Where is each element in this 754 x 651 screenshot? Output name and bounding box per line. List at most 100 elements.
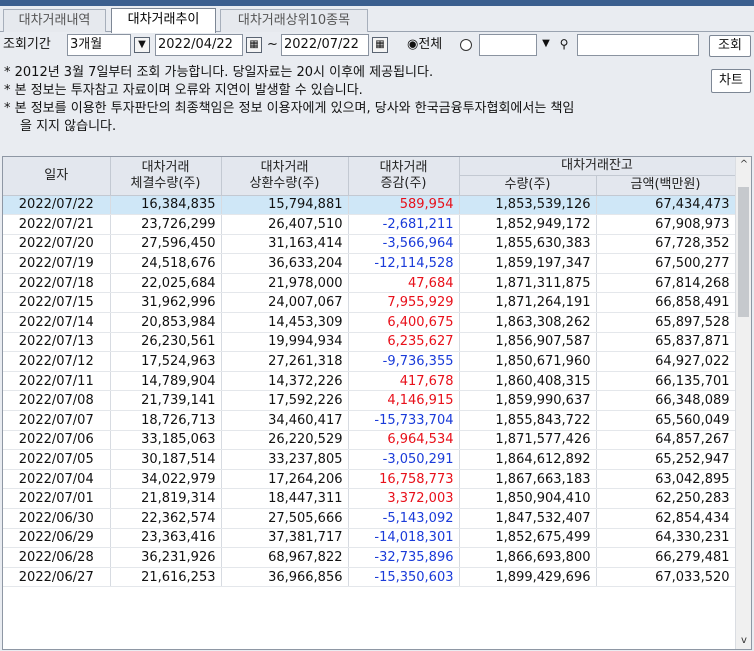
note-line: * 2012년 3월 7일부터 조회 가능합니다. 당일자료는 20시 이후에 … bbox=[4, 65, 434, 80]
note-line: * 본 정보는 투자참고 자료이며 오류와 지연이 발생할 수 있습니다. bbox=[4, 83, 363, 98]
cell-balance-qty: 1,855,630,383 bbox=[459, 234, 597, 255]
start-date-input[interactable]: 2022/04/22 bbox=[155, 34, 243, 56]
cell-repay-qty: 34,460,417 bbox=[221, 410, 349, 431]
cell-contract-qty: 14,789,904 bbox=[110, 371, 222, 392]
table-row[interactable]: 2022/07/01 21,819,314 18,447,311 3,372,003 1… bbox=[3, 488, 736, 509]
cell-change: 417,678 bbox=[348, 371, 460, 392]
cell-repay-qty: 36,966,856 bbox=[221, 567, 349, 588]
cell-balance-qty: 1,860,408,315 bbox=[459, 371, 597, 392]
table-row[interactable]: 2022/07/14 20,853,984 14,453,309 6,400,675 1… bbox=[3, 312, 736, 333]
period-dropdown-icon[interactable]: ▼ bbox=[134, 37, 150, 53]
data-table: 일자 대차거래 체결수량(주) 대차거래 상환수량(주) 대차거래 증감(주) 대차거… bbox=[3, 157, 736, 588]
cell-repay-qty: 27,261,318 bbox=[221, 351, 349, 372]
table-row[interactable]: 2022/07/19 24,518,676 36,633,204 -12,114,52… bbox=[3, 253, 736, 274]
table-row[interactable]: 2022/07/12 17,524,963 27,261,318 -9,736,355… bbox=[3, 351, 736, 372]
cell-balance-qty: 1,859,990,637 bbox=[459, 390, 597, 412]
search-button[interactable]: 조회 bbox=[709, 35, 751, 57]
cell-change: -3,050,291 bbox=[348, 449, 460, 470]
scroll-thumb[interactable] bbox=[738, 187, 749, 317]
col-header-balance-amount[interactable]: 금액(백만원) bbox=[596, 175, 736, 196]
period-select[interactable]: 3개월 bbox=[67, 34, 131, 56]
table-row[interactable]: 2022/07/05 30,187,514 33,237,805 -3,050,291… bbox=[3, 449, 736, 470]
tab-bar: 대차거래내역 대차거래추이 대차거래상위10종목 bbox=[0, 6, 754, 33]
table-row[interactable]: 2022/07/11 14,789,904 14,372,226 417,678 1,8… bbox=[3, 371, 736, 392]
cell-balance-amount: 62,250,283 bbox=[596, 488, 736, 509]
cell-contract-qty: 21,739,141 bbox=[110, 390, 222, 412]
header-line: 체결수량(주) bbox=[130, 175, 201, 191]
radio-all-label[interactable]: ◉전체 bbox=[407, 34, 442, 56]
tab-lending-history[interactable]: 대차거래내역 bbox=[3, 9, 106, 32]
table-row[interactable]: 2022/06/30 22,362,574 27,505,666 -5,143,092… bbox=[3, 508, 736, 529]
start-calendar-icon[interactable]: ▦ bbox=[246, 37, 262, 53]
cell-balance-amount: 65,837,871 bbox=[596, 332, 736, 353]
cell-change: -3,566,964 bbox=[348, 234, 460, 255]
table-row[interactable]: 2022/07/06 33,185,063 26,220,529 6,964,534 1… bbox=[3, 430, 736, 451]
table-row[interactable]: 2022/07/04 34,022,979 17,264,206 16,758,773… bbox=[3, 469, 736, 490]
cell-contract-qty: 23,726,299 bbox=[110, 214, 222, 235]
col-header-date[interactable]: 일자 bbox=[3, 157, 111, 196]
scroll-down-icon[interactable]: v bbox=[736, 633, 751, 649]
table-row[interactable]: 2022/07/20 27,596,450 31,163,414 -3,566,964… bbox=[3, 234, 736, 255]
header-line: 증감(주) bbox=[380, 175, 427, 191]
cell-change: 589,954 bbox=[348, 195, 460, 216]
col-header-balance-qty[interactable]: 수량(주) bbox=[459, 175, 597, 196]
search-icon[interactable]: ⚲ bbox=[556, 37, 572, 53]
tab-lending-trend[interactable]: 대차거래추이 bbox=[111, 8, 216, 33]
stock-dropdown-icon[interactable]: ▼ bbox=[538, 37, 554, 53]
cell-repay-qty: 33,237,805 bbox=[221, 449, 349, 470]
table-row[interactable]: 2022/07/22 16,384,835 15,794,881 589,954 1,8… bbox=[3, 195, 736, 216]
cell-change: -12,114,528 bbox=[348, 253, 460, 274]
cell-repay-qty: 17,592,226 bbox=[221, 390, 349, 412]
cell-date: 2022/06/30 bbox=[3, 508, 111, 529]
cell-date: 2022/07/20 bbox=[3, 234, 111, 255]
cell-repay-qty: 68,967,822 bbox=[221, 547, 349, 568]
table-row[interactable]: 2022/07/21 23,726,299 26,407,510 -2,681,211… bbox=[3, 214, 736, 235]
vertical-scrollbar[interactable]: ^ v bbox=[735, 157, 751, 649]
cell-date: 2022/07/07 bbox=[3, 410, 111, 431]
table-row[interactable]: 2022/07/18 22,025,684 21,978,000 47,684 1,87… bbox=[3, 273, 736, 294]
cell-change: 47,684 bbox=[348, 273, 460, 294]
cell-balance-amount: 65,252,947 bbox=[596, 449, 736, 470]
cell-balance-qty: 1,853,539,126 bbox=[459, 195, 597, 216]
cell-balance-amount: 66,348,089 bbox=[596, 390, 736, 412]
cell-change: 16,758,773 bbox=[348, 469, 460, 490]
col-header-repay-qty[interactable]: 대차거래 상환수량(주) bbox=[221, 157, 349, 196]
cell-contract-qty: 20,853,984 bbox=[110, 312, 222, 333]
tab-top10-lending[interactable]: 대차거래상위10종목 bbox=[220, 9, 368, 32]
scroll-up-icon[interactable]: ^ bbox=[736, 157, 751, 173]
table-row[interactable]: 2022/06/27 21,616,253 36,966,856 -15,350,60… bbox=[3, 567, 736, 588]
cell-balance-qty: 1,871,311,875 bbox=[459, 273, 597, 294]
table-body: 2022/07/22 16,384,835 15,794,881 589,954 1,8… bbox=[3, 195, 736, 588]
cell-contract-qty: 18,726,713 bbox=[110, 410, 222, 431]
table-row[interactable]: 2022/07/08 21,739,141 17,592,226 4,146,915 1… bbox=[3, 390, 736, 412]
table-row[interactable]: 2022/07/15 31,962,996 24,007,067 7,955,929 1… bbox=[3, 292, 736, 314]
cell-balance-amount: 63,042,895 bbox=[596, 469, 736, 490]
cell-repay-qty: 24,007,067 bbox=[221, 292, 349, 314]
table-row[interactable]: 2022/07/07 18,726,713 34,460,417 -15,733,70… bbox=[3, 410, 736, 431]
cell-balance-qty: 1,856,907,587 bbox=[459, 332, 597, 353]
chart-button[interactable]: 차트 bbox=[711, 69, 751, 93]
col-header-change[interactable]: 대차거래 증감(주) bbox=[348, 157, 460, 196]
table-row[interactable]: 2022/06/29 23,363,416 37,381,717 -14,018,30… bbox=[3, 528, 736, 549]
cell-balance-amount: 67,908,973 bbox=[596, 214, 736, 235]
table-row[interactable]: 2022/07/13 26,230,561 19,994,934 6,235,627 1… bbox=[3, 332, 736, 353]
cell-contract-qty: 31,962,996 bbox=[110, 292, 222, 314]
date-range-tilde: ~ bbox=[267, 37, 278, 52]
cell-date: 2022/07/15 bbox=[3, 292, 111, 314]
end-calendar-icon[interactable]: ▦ bbox=[372, 37, 388, 53]
cell-change: 6,964,534 bbox=[348, 430, 460, 451]
cell-date: 2022/07/01 bbox=[3, 488, 111, 509]
table-row[interactable]: 2022/06/28 36,231,926 68,967,822 -32,735,89… bbox=[3, 547, 736, 568]
cell-contract-qty: 21,819,314 bbox=[110, 488, 222, 509]
cell-change: -32,735,896 bbox=[348, 547, 460, 568]
stock-name-input[interactable] bbox=[577, 34, 699, 56]
stock-code-input[interactable] bbox=[479, 34, 537, 56]
header-line: 상환수량(주) bbox=[249, 175, 320, 191]
col-header-balance: 대차거래잔고 bbox=[459, 157, 736, 176]
cell-repay-qty: 21,978,000 bbox=[221, 273, 349, 294]
col-header-contract-qty[interactable]: 대차거래 체결수량(주) bbox=[110, 157, 222, 196]
radio-stock[interactable] bbox=[460, 39, 472, 51]
cell-balance-amount: 67,434,473 bbox=[596, 195, 736, 216]
cell-date: 2022/07/22 bbox=[3, 195, 111, 216]
end-date-input[interactable]: 2022/07/22 bbox=[281, 34, 369, 56]
